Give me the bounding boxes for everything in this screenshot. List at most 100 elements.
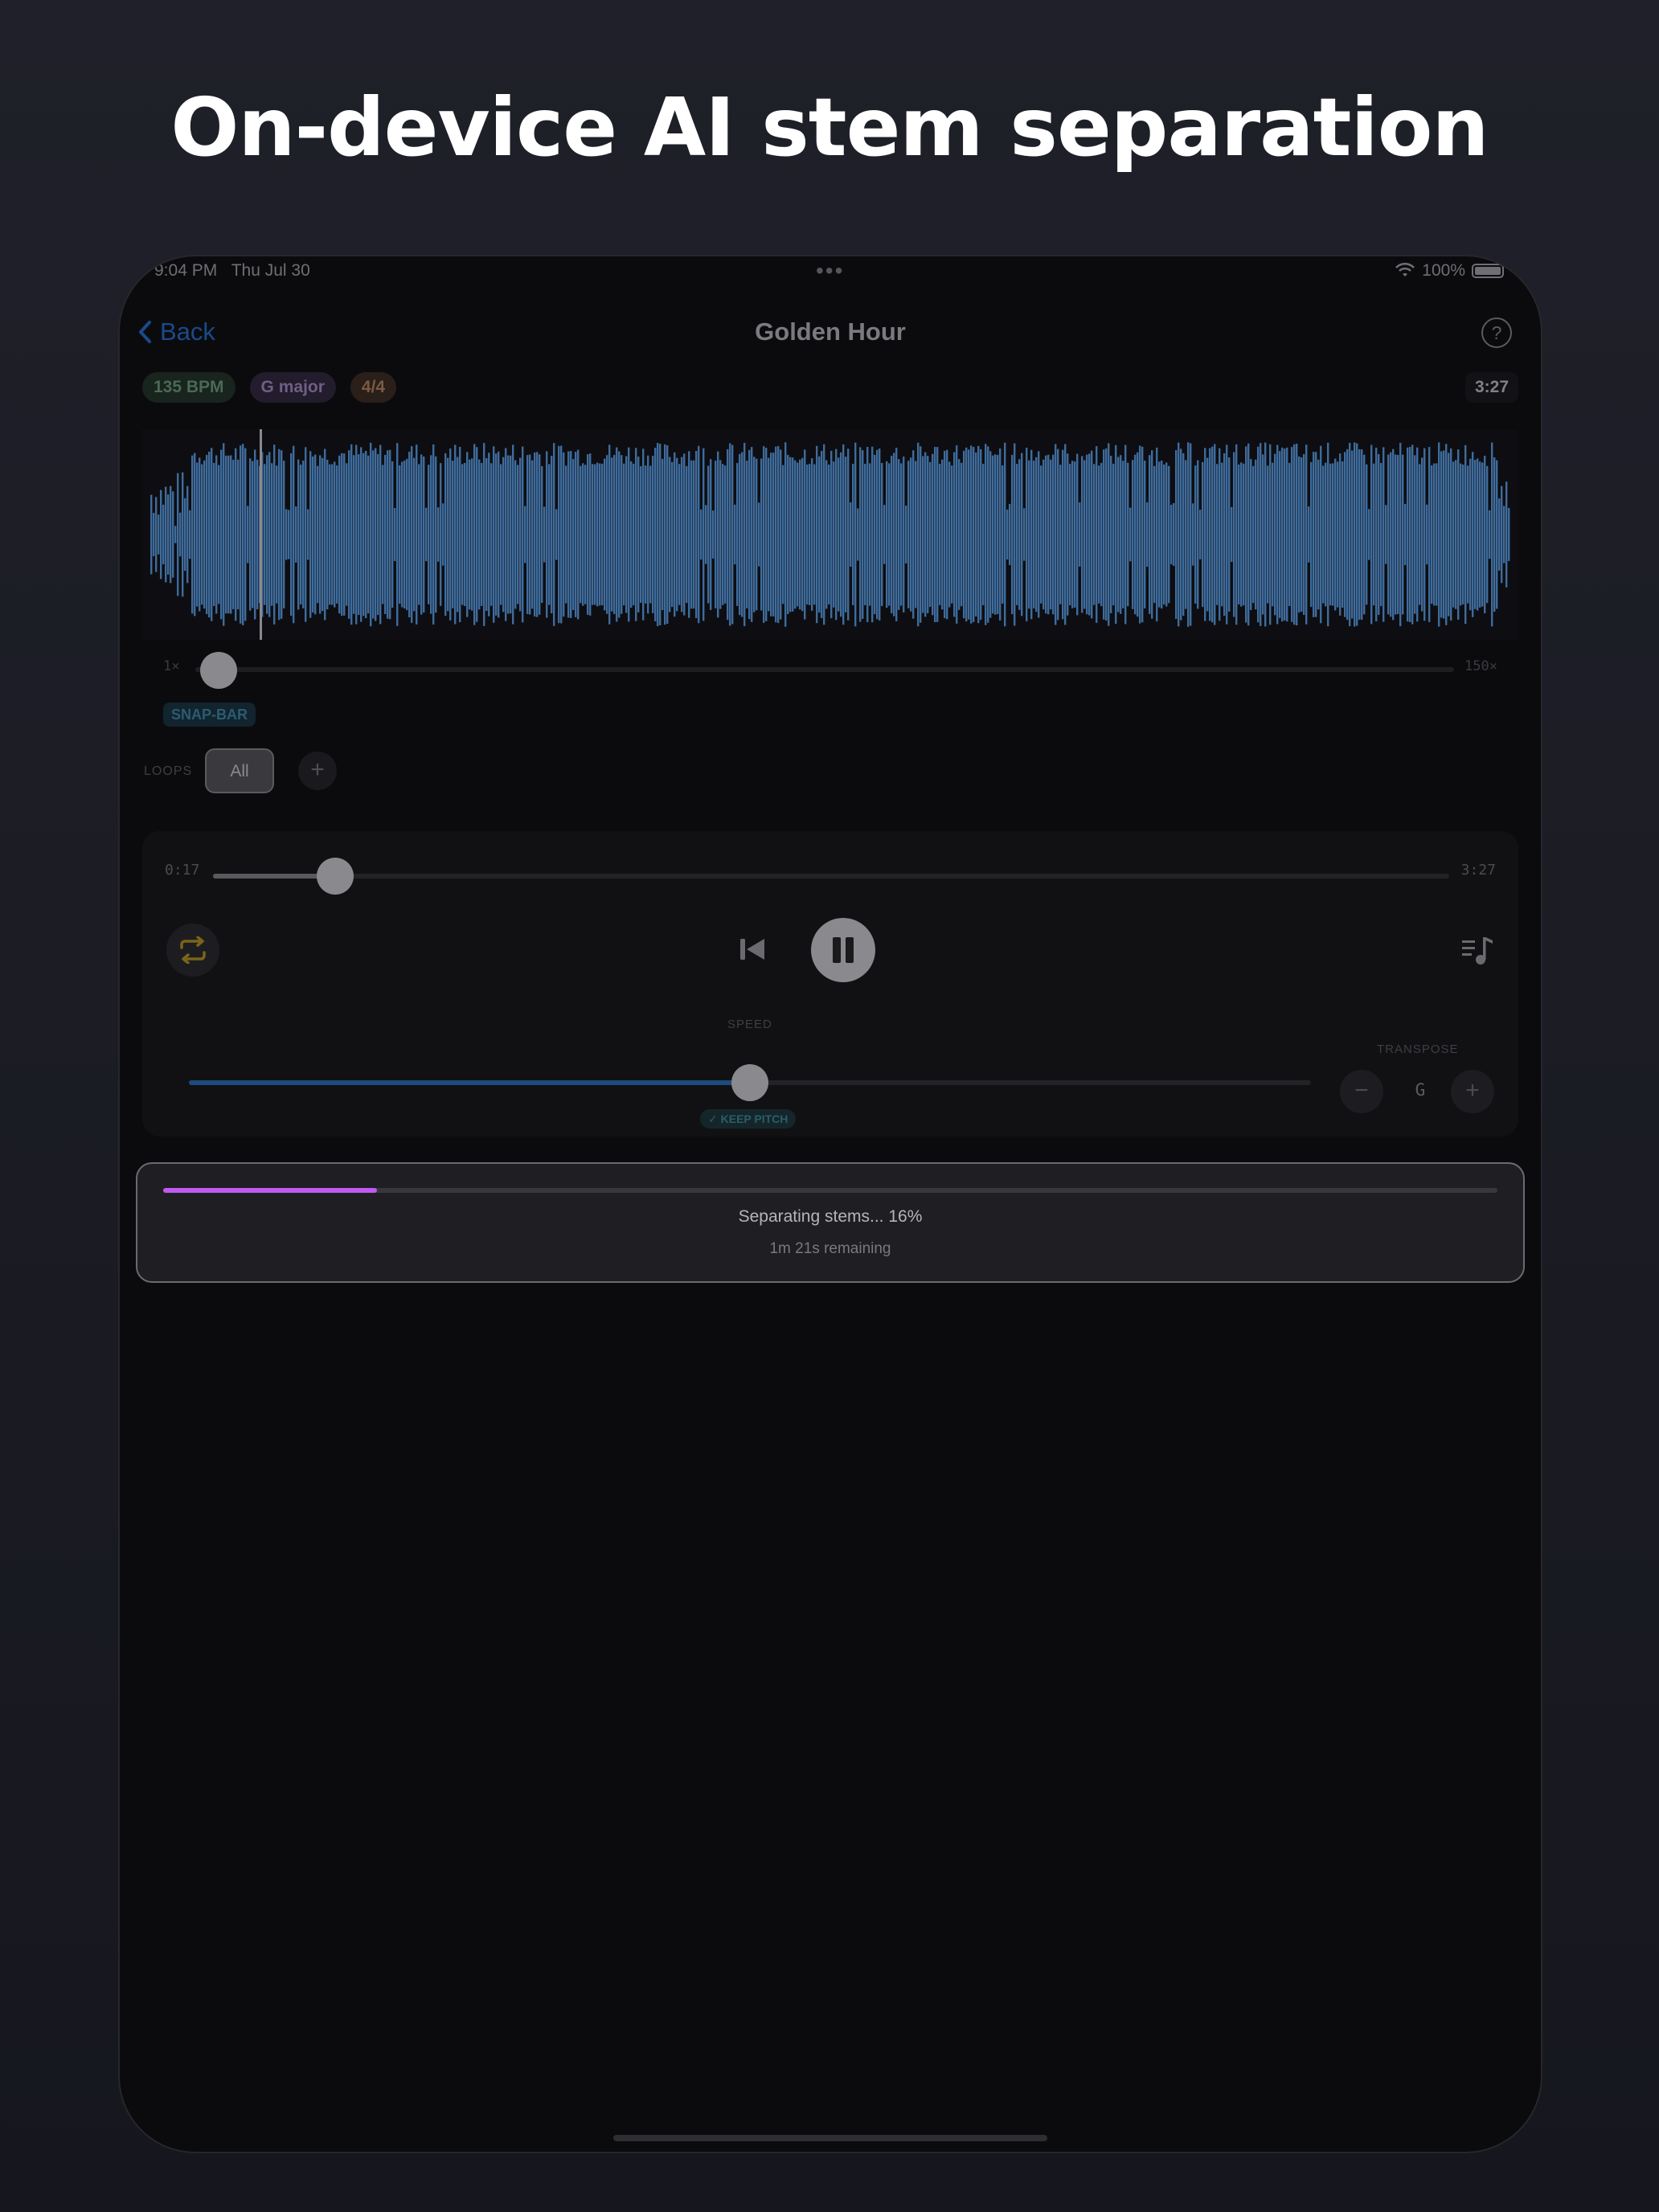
waveform-bar [247, 506, 249, 563]
waveform-bar [1055, 444, 1057, 625]
skip-back-icon[interactable] [735, 932, 769, 966]
zoom-slider[interactable]: 1× 150× [163, 652, 1497, 689]
speed-slider[interactable] [189, 1064, 1311, 1101]
waveform-bar [1190, 443, 1192, 626]
waveform-bar [1009, 503, 1011, 566]
waveform-bar [1469, 458, 1472, 611]
waveform-bar [645, 465, 647, 604]
waveform-bar [654, 448, 657, 621]
waveform-bar [391, 461, 394, 608]
waveform-bar [589, 453, 592, 616]
waveform-bar [201, 464, 203, 605]
transpose-down-button[interactable]: − [1340, 1070, 1383, 1113]
waveform-bar [1151, 450, 1153, 619]
waveform-bar [606, 455, 608, 614]
waveform-bar [1264, 442, 1267, 627]
zoom-thumb[interactable] [200, 652, 237, 689]
waveform-bar [196, 462, 199, 607]
snap-bar-toggle[interactable]: SNAP-BAR [163, 703, 256, 727]
waveform-bar [213, 462, 215, 607]
waveform-bar [816, 445, 818, 624]
waveform-bar [493, 446, 495, 623]
waveform-bar [242, 444, 244, 625]
waveform-bar [777, 445, 780, 624]
repeat-icon[interactable] [166, 924, 219, 977]
waveform-bar [1083, 460, 1086, 609]
waveform-bar [1103, 449, 1105, 620]
waveform-bar [951, 465, 953, 604]
keep-pitch-toggle[interactable]: ✓ KEEP PITCH [700, 1109, 797, 1129]
waveform-bar [806, 464, 809, 605]
stem-progress-bar [163, 1188, 1497, 1193]
waveform-bar [1414, 455, 1416, 614]
waveform-bar [705, 505, 707, 564]
speed-thumb[interactable] [731, 1064, 768, 1101]
waveform-bar [1382, 447, 1385, 622]
waveform-bar [1308, 506, 1310, 563]
waveform-bar [1267, 465, 1269, 604]
loop-all-button[interactable]: All [205, 748, 274, 793]
zoom-track[interactable] [195, 667, 1454, 672]
waveform-bar [1141, 446, 1144, 623]
waveform-bar [1493, 457, 1496, 612]
waveform-bar [717, 451, 719, 618]
status-time: 9:04 PM Thu Jul 30 [154, 261, 310, 280]
waveform-bar [1433, 463, 1436, 606]
waveform-bar [285, 509, 288, 560]
waveform-bar [567, 451, 570, 618]
waveform-bar [866, 447, 869, 622]
waveform-bar [432, 444, 435, 625]
home-indicator[interactable] [613, 2135, 1047, 2141]
transpose-up-button[interactable]: + [1451, 1070, 1494, 1113]
track-chips: 135 BPM G major 4/4 [142, 372, 397, 403]
waveform-bar [218, 465, 220, 604]
waveform-bar [970, 445, 973, 624]
waveform-bar [314, 454, 317, 615]
waveform-bar [1440, 451, 1443, 618]
waveform-bar [264, 464, 266, 605]
waveform-bar [1472, 452, 1474, 617]
waveform-bar [1216, 464, 1219, 605]
pause-icon[interactable] [811, 918, 875, 982]
waveform-bar [599, 463, 601, 606]
waveform-bar [1192, 503, 1194, 566]
waveform-bar [852, 464, 854, 605]
waveform-bar [1149, 455, 1151, 614]
waveform-bar [729, 443, 731, 626]
waveform-bar [174, 526, 177, 543]
waveform-bar [1209, 448, 1211, 621]
help-icon[interactable]: ? [1481, 317, 1512, 348]
waveform-bar [1397, 454, 1399, 615]
waveform-bar [158, 514, 160, 555]
music-queue-icon[interactable] [1460, 934, 1494, 968]
waveform-bar [1464, 444, 1467, 625]
playback-scrubber[interactable] [213, 858, 1449, 895]
waveform-bar [657, 443, 659, 626]
waveform-bar [1491, 442, 1493, 627]
waveform-bar [649, 465, 652, 604]
add-loop-button[interactable]: + [298, 752, 337, 790]
waveform-bar [782, 465, 784, 604]
multitask-dots-icon[interactable]: ••• [816, 258, 844, 284]
stem-separation-card: Separating stems... 16% 1m 21s remaining [136, 1162, 1525, 1283]
waveform-bar [418, 464, 420, 605]
waveform-bar [891, 456, 893, 613]
waveform-bar [379, 444, 382, 625]
waveform-bar [461, 464, 464, 605]
waveform-bar [466, 452, 469, 617]
waveform-bar [690, 460, 693, 609]
waveform-bar [842, 444, 845, 625]
waveform-bar [710, 459, 712, 610]
waveform-bar [232, 460, 235, 609]
waveform-bar [879, 449, 881, 621]
waveform-bar [1354, 442, 1356, 627]
waveform-bar [821, 451, 823, 618]
playback-thumb[interactable] [317, 858, 354, 895]
waveform-bar [662, 458, 664, 611]
waveform-bar [920, 446, 922, 623]
waveform-bar [387, 450, 389, 619]
waveform-bar [1486, 465, 1489, 604]
waveform-bar [845, 457, 847, 612]
waveform[interactable] [142, 429, 1518, 640]
playhead[interactable] [260, 429, 262, 640]
